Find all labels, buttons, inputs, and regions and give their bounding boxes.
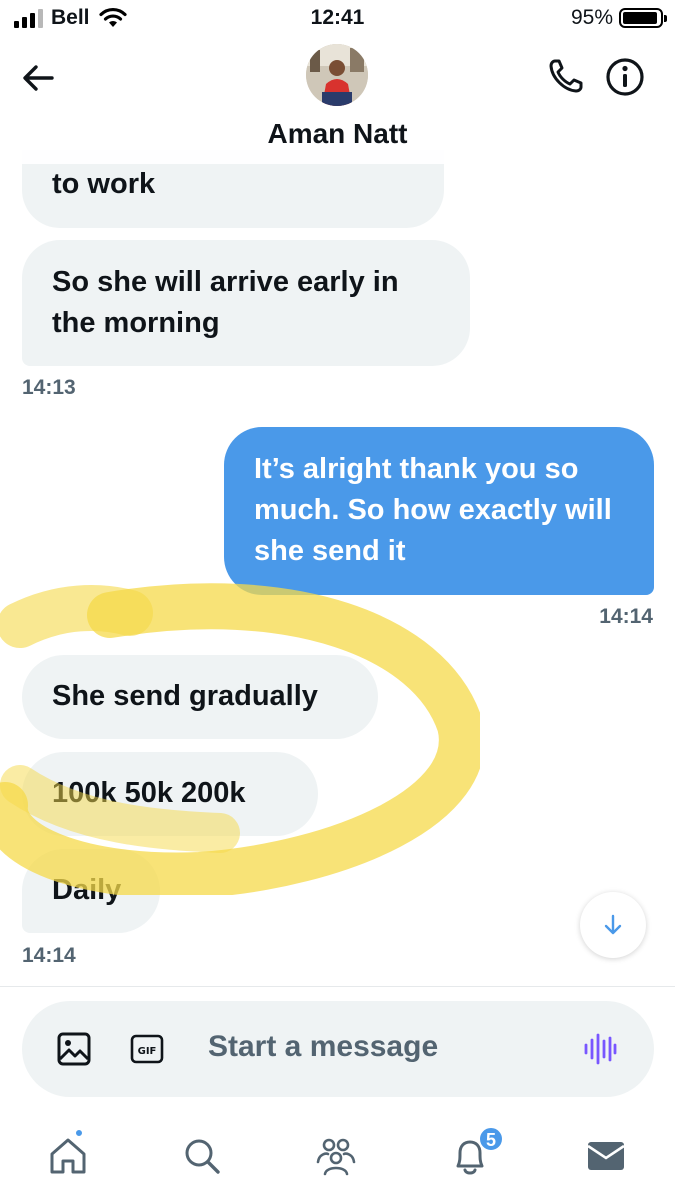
bottom-tab-bar: 5 <box>0 1110 675 1200</box>
composer-divider <box>0 986 675 987</box>
message-composer[interactable]: GIF Start a message <box>22 1001 654 1097</box>
battery-icon <box>619 8 667 28</box>
svg-text:GIF: GIF <box>138 1046 157 1057</box>
scroll-to-bottom-button[interactable] <box>580 892 646 958</box>
image-icon[interactable] <box>56 1031 92 1067</box>
voice-wave-icon[interactable] <box>582 1031 618 1067</box>
message-input[interactable]: Start a message <box>208 1030 438 1064</box>
message-bubble-incoming[interactable]: So she will arrive early in the morning <box>22 240 470 366</box>
arrow-left-icon[interactable] <box>18 58 58 98</box>
status-bar: Bell 12:41 95% <box>0 0 675 38</box>
avatar-image <box>306 44 368 106</box>
battery-percent: 95% <box>570 6 613 29</box>
message-bubble-incoming[interactable]: 100k 50k 200k <box>22 752 318 836</box>
home-icon[interactable] <box>46 1134 90 1178</box>
message-text: Daily <box>52 874 122 906</box>
communities-icon[interactable] <box>314 1134 358 1178</box>
search-icon[interactable] <box>180 1134 224 1178</box>
phone-icon[interactable] <box>546 56 586 96</box>
message-text: to work <box>52 168 156 200</box>
home-notification-dot <box>74 1128 84 1138</box>
conversation-header: Aman Natt <box>0 38 675 164</box>
notification-badge: 5 <box>478 1126 504 1152</box>
message-text: So she will arrive early in the morning <box>52 266 399 339</box>
message-bubble-incoming[interactable]: Daily <box>22 849 160 933</box>
message-text: 100k 50k 200k <box>52 777 246 809</box>
arrow-down-icon <box>604 914 622 935</box>
message-bubble-incoming[interactable]: She send gradually <box>22 655 378 739</box>
message-timestamp: 14:14 <box>22 944 76 967</box>
mail-icon[interactable] <box>584 1134 628 1178</box>
contact-name[interactable]: Aman Natt <box>0 118 675 150</box>
status-right: 95% <box>570 6 667 30</box>
info-icon[interactable] <box>604 56 646 98</box>
message-timestamp: 14:14 <box>599 605 653 628</box>
message-text: It’s alright thank you so much. So how e… <box>254 453 612 567</box>
battery-fill <box>623 12 658 24</box>
avatar[interactable] <box>306 44 368 106</box>
message-timestamp: 14:13 <box>22 376 76 399</box>
gif-icon[interactable]: GIF <box>130 1034 164 1064</box>
message-bubble-outgoing[interactable]: It’s alright thank you so much. So how e… <box>224 427 654 595</box>
message-text: She send gradually <box>52 680 318 712</box>
